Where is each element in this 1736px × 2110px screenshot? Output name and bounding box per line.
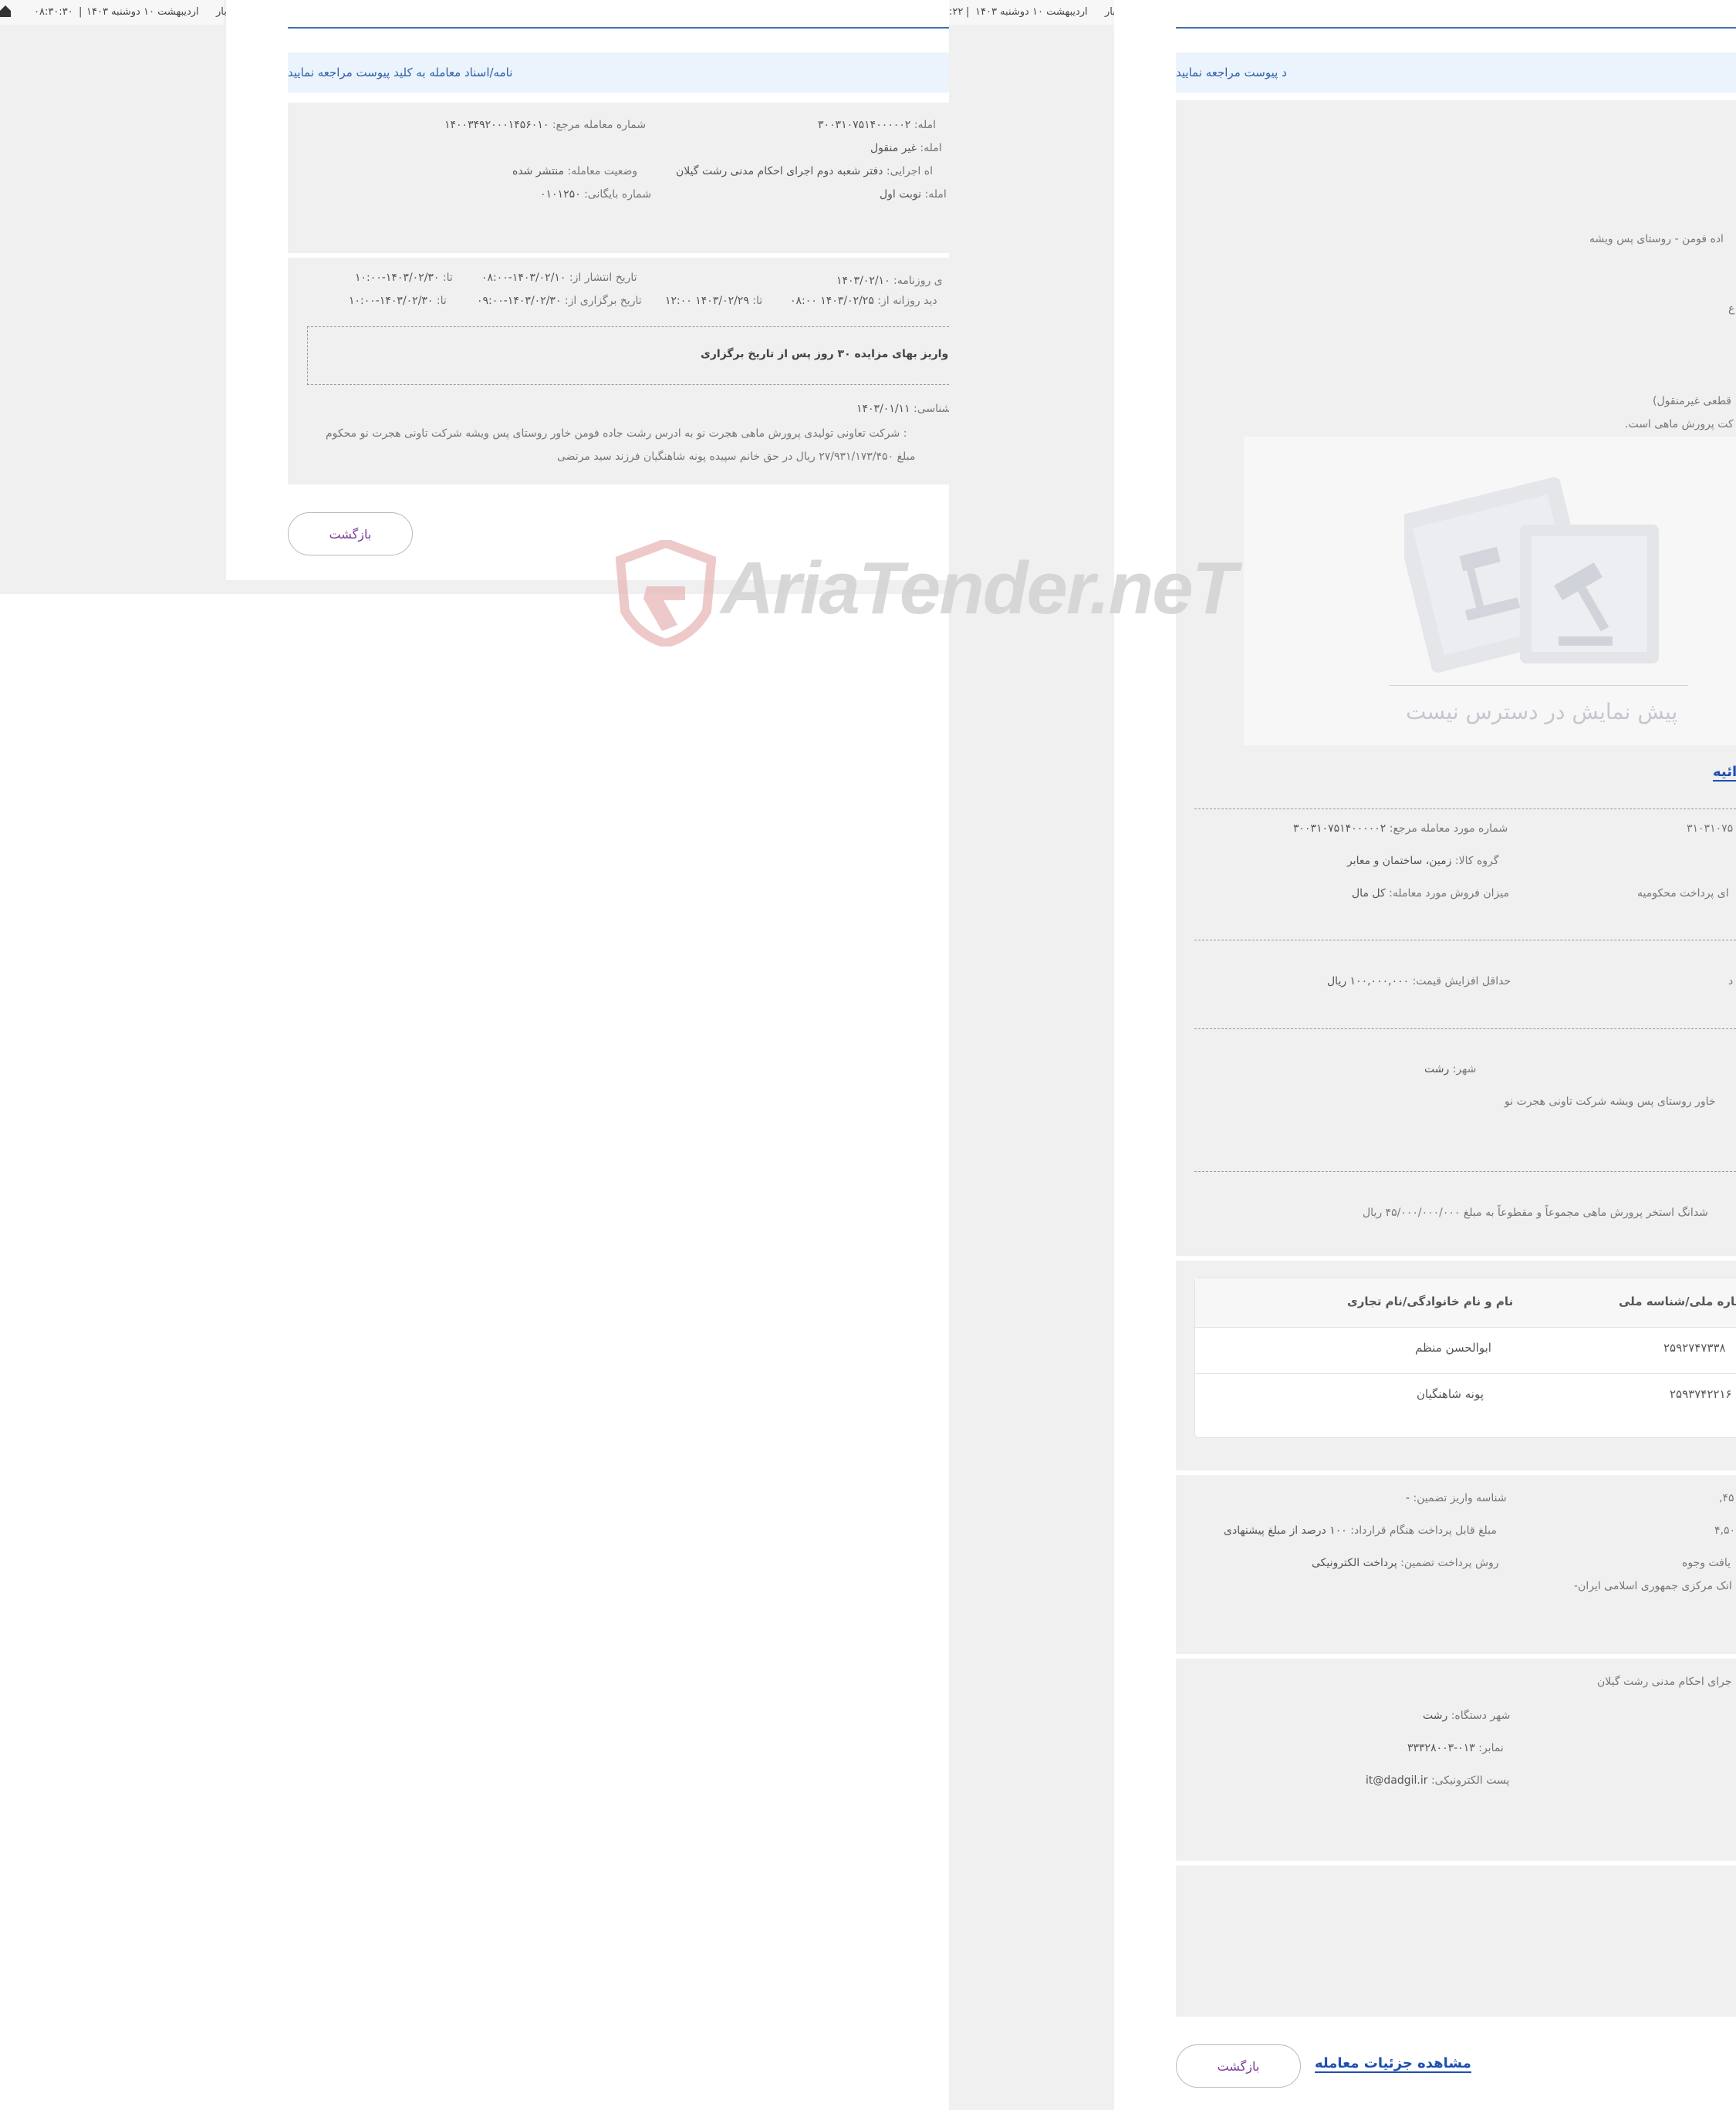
right-header-line [1176,27,1736,29]
middle-gray-strip [949,0,1114,2110]
publish-to-field: تا: ۱۴۰۳/۰۲/۳۰-۱۰:۰۰ [355,272,453,284]
row-2-national-id: ۲۵۹۳۷۴۲۲۱۶ [1670,1387,1732,1401]
deal-number-field: امله: ۳۰۰۳۱۰۷۵۱۴۰۰۰۰۰۲ [818,119,937,131]
goods-group-field: گروه کالا: زمین، ساختمان و معابر [1347,855,1499,867]
ariatender-logo-icon [615,538,717,649]
publish-from-field: تاریخ انتشار از: ۱۴۰۳/۰۲/۱۰-۰۸:۰۰ [481,272,637,284]
ref-item-field: شماره مورد معامله مرجع: ۳۰۰۳۱۰۷۵۱۴۰۰۰۰۰۲ [1293,822,1508,835]
row-1-name: ابوالحسن منظم [1415,1341,1491,1355]
middle-topbar-date: اردیبهشت ۱۰ دوشنبه ۱۴۰۳ [975,6,1088,18]
row-1-national-id: ۲۵۹۲۷۴۷۳۳۸ [1663,1341,1726,1355]
min-increase-field: حداقل افزایش قیمت: ۱۰۰,۰۰۰,۰۰۰ ریال [1327,975,1511,987]
topbar-date: اردیبهشت ۱۰ دوشنبه ۱۴۰۳ [86,6,199,18]
ref-item-right: ۳۱۰۳۱۰۷۵ [1687,822,1734,835]
preview-unavailable-text: پیش نمایش در دسترس نیست [1406,699,1678,724]
org-email-field: پست الکترونیکی: it@dadgil.ir [1366,1774,1510,1787]
id-line-field: شناسی: ۱۴۰۳/۰۱/۱۱ [856,403,951,415]
middle-topbar-time: :۲۲ [949,6,964,18]
left-back-button[interactable]: بازگشت [288,512,413,555]
visit-from-field: دید روزانه از: ۱۴۰۳/۰۲/۲۵ ۰۸:۰۰ [790,295,937,307]
deal-type-field: امله: غیر منقول [870,142,942,154]
home-icon[interactable] [0,5,11,17]
visit-to-field: تا: ۱۴۰۳/۰۲/۲۹ ۱۲:۰۰ [665,295,763,307]
right-notice: د پیوست مراجعه نمایید [1176,52,1736,93]
table-row-divider [1195,1373,1736,1374]
right-notice-text: د پیوست مراجعه نمایید [1176,66,1287,79]
status-field: وضعیت معامله: منتشر شده [512,165,638,177]
payable-field: مبلغ قابل پرداخت هنگام قرارداد: ۱۰۰ درصد… [1224,1524,1497,1537]
dashed-divider-4 [1194,1171,1736,1172]
org-city-field: شهر دستگاه: رشت [1423,1710,1511,1722]
org-fax-field: نمابر: ۰۱۳-۳۳۳۲۸۰۰۳ [1407,1742,1504,1754]
right-org-section [1176,1659,1736,1861]
hold-to-field: تا: ۱۴۰۳/۰۲/۳۰-۱۰:۰۰ [349,295,447,307]
ref-number-field: شماره معامله مرجع: ۱۴۰۰۳۴۹۲۰۰۰۱۴۵۶۰۱۰ [444,119,647,131]
section-link[interactable]: ائیه [1713,764,1736,782]
deposit-right: ۴۵, [1719,1492,1734,1504]
gavel-document-icon [1395,463,1667,679]
fragment-2: قطعی غیرمنقول) [1653,395,1731,407]
preview-divider-line [1389,685,1688,686]
deposit-id-field: شناسه واریز تضمین: - [1406,1492,1507,1504]
address-fragment: اده فومن - روستای پس ویشه [1589,233,1724,245]
city-field: شهر: رشت [1424,1063,1477,1075]
watermark-text: AriaTender.neT [721,547,1237,630]
description-line-1: : شرکت تعاونی تولیدی پرورش ماهی هجرت نو … [326,427,907,440]
hold-from-field: تاریخ برگزاری از: ۱۴۰۳/۰۲/۳۰-۰۹:۰۰ [477,295,642,307]
middle-topbar-sep: | [966,6,970,18]
view-details-link[interactable]: مشاهده جزئیات معامله [1315,2055,1471,2073]
sale-amount-field: میزان فروش مورد معامله: کل مال [1352,887,1509,900]
bank-field: انک مرکزی جمهوری اسلامی ایران- [1574,1580,1732,1592]
right-back-button[interactable]: بازگشت [1176,2044,1301,2088]
archive-field: شماره بایگانی: ۰۱۰۱۲۵۰ [540,188,652,201]
left-topbar-date: اردیبهشت ۱۰ دوشنبه ۱۴۰۳ [86,6,199,18]
min-right: د [1728,975,1734,987]
left-notice-text: نامه/اسناد معامله به کلید پیوست مراجعه ن… [288,66,513,79]
org-title: جرای احکام مدنی رشت گیلان [1597,1676,1732,1688]
header-national-id: شماره ملی/شناسه ملی [1619,1295,1736,1308]
left-topbar-sep: | [79,6,83,18]
round-field: امله: نوبت اول [880,188,947,201]
header-name: نام و نام خانوادگی/نام تجاری [1347,1295,1514,1308]
shares-field: شدانگ استخر پرورش ماهی مجموعاً و مقطوعاً… [1363,1207,1708,1219]
right-empty-section [1176,1865,1736,2017]
newspaper-field: ی روزنامه: ۱۴۰۳/۰۲/۱۰ [836,275,943,287]
deadline-text: مهلت واریز بهای مزایده ۳۰ روز پس از تاری… [701,348,982,360]
address-field: خاور روستای پس ویشه شرکت تاونی هجرت نو [1505,1096,1716,1108]
payable-right: ۴,۵۰ [1714,1524,1736,1537]
payment-right: ای پرداخت محکومیه [1637,887,1729,900]
method-right: یافت وجوه [1682,1557,1731,1569]
left-topbar-time: ۰۸:۳۰:۳۰ [34,6,73,18]
method-field: روش پرداخت تضمین: پرداخت الکترونیکی [1312,1557,1499,1569]
left-header-line [288,27,949,29]
dashed-divider-3 [1194,1028,1736,1029]
executor-field: اه اجرایی: دفتر شعبه دوم اجرای احکام مدن… [676,165,933,177]
fragment-3: کت پرورش ماهی است. [1625,418,1734,430]
left-topbar-brand: بار [216,6,227,18]
description-line-2: مبلغ ۲۷/۹۳۱/۱۷۳/۴۵۰ ریال در حق خانم سپید… [557,451,916,463]
row-2-name: پونه شاهنگیان [1417,1387,1484,1401]
left-notice: نامه/اسناد معامله به کلید پیوست مراجعه ن… [288,52,949,93]
fragment-1: ع [1728,302,1735,315]
